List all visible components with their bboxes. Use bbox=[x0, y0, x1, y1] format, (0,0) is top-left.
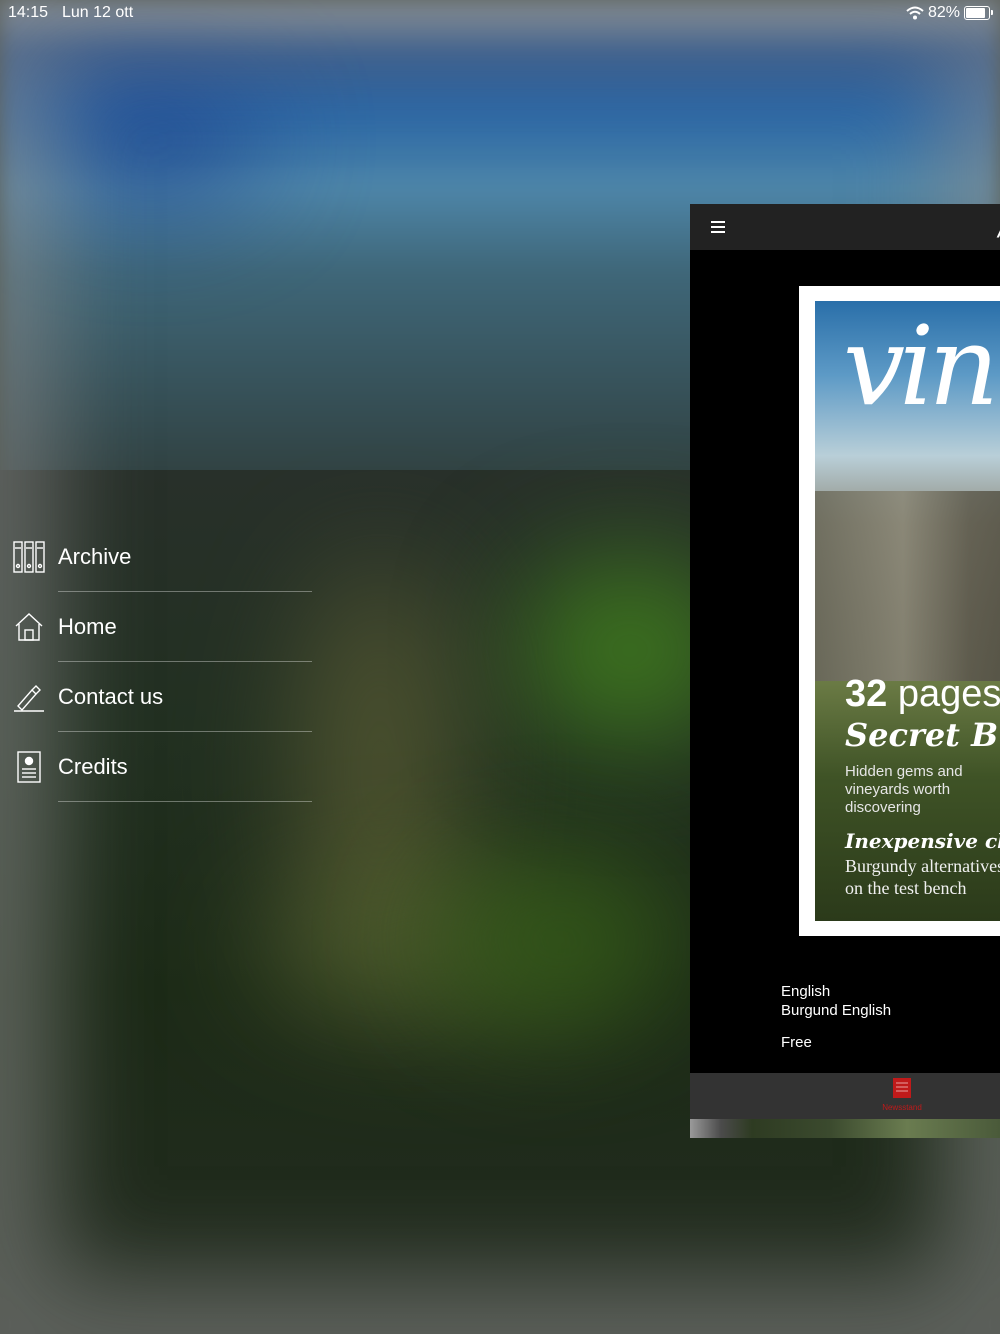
battery-icon bbox=[964, 6, 993, 20]
side-menu: Archive Home Contact us Credits bbox=[0, 522, 320, 802]
cover-headline-2: Inexpensive classics bbox=[845, 829, 1000, 853]
preview-top-bar: / bbox=[690, 204, 1000, 250]
newsstand-icon bbox=[893, 1078, 911, 1098]
cover-pages-line: 32 pages bbox=[845, 673, 1000, 715]
wifi-icon bbox=[906, 6, 924, 20]
app-preview-panel[interactable]: / vin 32 pages Secret Burgundy Hidden ge… bbox=[690, 204, 1000, 1138]
menu-item-label: Archive bbox=[58, 544, 132, 569]
status-date: Lun 12 ott bbox=[62, 4, 134, 21]
cover-logo: vin bbox=[843, 302, 999, 430]
issue-price: Free bbox=[781, 1034, 812, 1051]
menu-item-label: Home bbox=[58, 614, 117, 639]
battery-percentage: 82% bbox=[927, 4, 960, 21]
tab-label: Newsstand bbox=[882, 1103, 922, 1112]
credits-icon bbox=[17, 751, 41, 783]
menu-divider bbox=[58, 801, 312, 802]
hamburger-menu-icon[interactable] bbox=[711, 221, 725, 233]
menu-item-credits[interactable]: Credits bbox=[0, 732, 320, 802]
tab-bar: Newsstand bbox=[690, 1073, 1000, 1119]
menu-item-contact-us[interactable]: Contact us bbox=[0, 662, 320, 732]
cover-image: vin 32 pages Secret Burgundy Hidden gems… bbox=[815, 301, 1000, 921]
issue-info: English Burgund English Free bbox=[781, 982, 891, 1052]
menu-item-home[interactable]: Home bbox=[0, 592, 320, 662]
tab-newsstand[interactable]: Newsstand bbox=[876, 1076, 928, 1116]
cover-subhead-2: Burgundy alternatives on the test bench bbox=[845, 856, 1000, 898]
cover-subhead: Hidden gems and vineyards worth discover… bbox=[845, 763, 963, 816]
menu-item-label: Contact us bbox=[58, 684, 164, 709]
home-icon bbox=[15, 613, 43, 641]
preview-bottom-strip bbox=[690, 1119, 1000, 1138]
status-bar: 14:15 Lun 12 ott 82% bbox=[0, 0, 1000, 26]
issue-language: English bbox=[781, 983, 831, 1000]
cover-headline: Secret Burgundy bbox=[845, 716, 1000, 754]
archive-icon bbox=[13, 541, 45, 573]
menu-item-label: Credits bbox=[58, 754, 128, 779]
issue-edition: Burgund English bbox=[781, 1002, 892, 1019]
status-time: 14:15 bbox=[8, 4, 49, 21]
menu-item-archive[interactable]: Archive bbox=[0, 522, 320, 592]
pen-icon bbox=[14, 685, 44, 712]
magazine-cover[interactable]: vin 32 pages Secret Burgundy Hidden gems… bbox=[799, 286, 1000, 936]
